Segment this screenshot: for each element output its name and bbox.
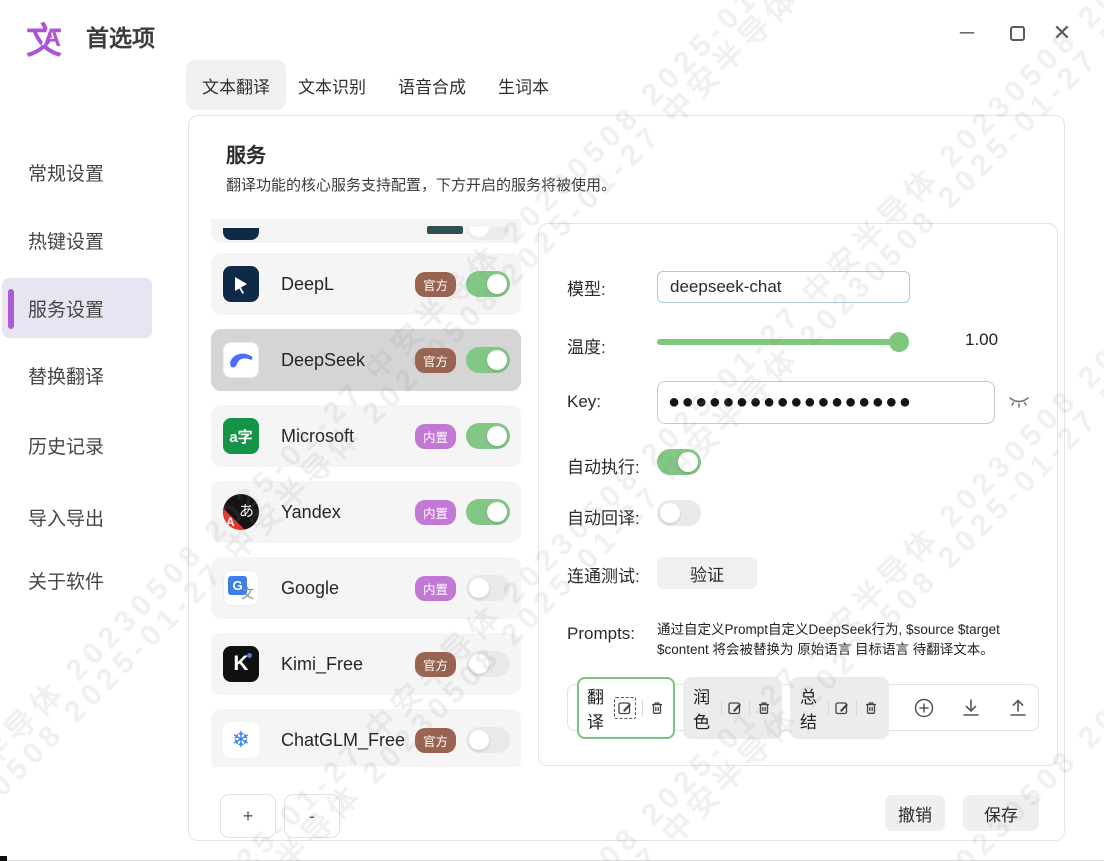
badge-builtin: 内置 [415, 500, 456, 525]
edit-icon[interactable] [834, 700, 850, 716]
slider-handle[interactable] [889, 332, 909, 352]
badge-official: 官方 [415, 652, 456, 677]
service-name: Yandex [281, 502, 341, 523]
service-name: Microsoft [281, 426, 354, 447]
auto-back-translate-toggle[interactable] [657, 500, 701, 526]
minimize-button[interactable]: ─ [948, 16, 986, 50]
service-row-kimi[interactable]: K Kimi_Free 官方 [211, 633, 521, 695]
yandex-toggle[interactable] [466, 499, 510, 525]
badge-official: 官方 [415, 272, 456, 297]
eye-closed-icon[interactable] [1007, 391, 1031, 411]
delete-icon[interactable] [863, 700, 879, 716]
window-title: 首选项 [86, 19, 155, 53]
temperature-value: 1.00 [965, 330, 998, 350]
deepseek-toggle[interactable] [466, 347, 510, 373]
yandex-icon: A あ [223, 494, 259, 530]
prompt-chips-bar: 翻译 润色 [567, 684, 1039, 731]
sidebar-item-history[interactable]: 历史记录 [28, 432, 104, 459]
prompt-chip-translate[interactable]: 翻译 [577, 677, 675, 739]
sidebar-item-general[interactable]: 常规设置 [28, 159, 104, 186]
temperature-label: 温度: [567, 333, 606, 358]
import-prompts-icon[interactable] [960, 697, 982, 719]
settings-card: 服务 翻译功能的核心服务支持配置，下方开启的服务将被使用。 DeepL 官方 D… [188, 115, 1065, 841]
model-input[interactable] [657, 271, 910, 303]
auto-execute-label: 自动执行: [567, 453, 640, 478]
key-label: Key: [567, 392, 601, 412]
service-row-deepseek[interactable]: DeepSeek 官方 [211, 329, 521, 391]
service-row-microsoft[interactable]: a字 Microsoft 内置 [211, 405, 521, 467]
add-service-button[interactable]: + [220, 794, 276, 838]
auto-execute-toggle[interactable] [657, 449, 701, 475]
microsoft-icon: a字 [223, 418, 259, 454]
deepl-icon [223, 266, 259, 302]
add-prompt-icon[interactable] [913, 697, 935, 719]
tab-speech-synthesis[interactable]: 语音合成 [398, 60, 466, 110]
masked-key-value: ●●●●●●●●●●●●●●●●●● [668, 391, 912, 414]
google-icon: G 文 [223, 570, 259, 606]
service-name: Google [281, 578, 339, 599]
chatglm-toggle[interactable] [466, 727, 510, 753]
section-title: 服务 [226, 139, 266, 168]
undo-button[interactable]: 撤销 [885, 795, 945, 831]
tab-text-translate[interactable]: 文本翻译 [186, 60, 286, 110]
deepseek-icon [223, 342, 259, 378]
api-key-input[interactable]: ●●●●●●●●●●●●●●●●●● [657, 381, 995, 424]
badge-partial [427, 226, 463, 234]
app-logo-translate-icon: 文A [26, 12, 72, 56]
tab-text-recognition[interactable]: 文本识别 [298, 60, 366, 110]
prompt-chip-summarize[interactable]: 总结 [790, 677, 889, 739]
service-row-chatglm[interactable]: ❄ ChatGLM_Free 官方 [211, 709, 521, 767]
deepl-toggle[interactable] [466, 271, 510, 297]
section-description: 翻译功能的核心服务支持配置，下方开启的服务将被使用。 [226, 174, 616, 195]
service-row-deepl[interactable]: DeepL 官方 [211, 253, 521, 315]
service-row-google[interactable]: G 文 Google 内置 [211, 557, 521, 619]
edit-icon[interactable] [727, 700, 743, 716]
titlebar: 文A 首选项 ─ ✕ [0, 0, 1104, 63]
delete-icon[interactable] [649, 700, 665, 716]
microsoft-toggle[interactable] [466, 423, 510, 449]
service-list: DeepL 官方 DeepSeek 官方 a字 Microsoft 内置 [211, 219, 521, 767]
chatglm-icon: ❄ [223, 722, 259, 758]
service-name: DeepSeek [281, 350, 365, 371]
sidebar-active-bar [8, 289, 14, 329]
connect-test-label: 连通测试: [567, 562, 640, 587]
badge-official: 官方 [415, 728, 456, 753]
desktop-corner [0, 856, 7, 861]
model-label: 模型: [567, 275, 606, 300]
sidebar-item-import-export[interactable]: 导入导出 [28, 504, 104, 531]
service-name: ChatGLM_Free [281, 730, 405, 751]
edit-icon[interactable] [614, 697, 636, 719]
service-detail-panel: 模型: 温度: 1.00 Key: ●●●●●●●●●●●●●●●●●● 自动执… [538, 223, 1058, 766]
tab-vocabulary[interactable]: 生词本 [498, 60, 549, 110]
sidebar-item-about[interactable]: 关于软件 [28, 567, 104, 594]
service-row-yandex[interactable]: A あ Yandex 内置 [211, 481, 521, 543]
verify-button[interactable]: 验证 [657, 557, 757, 589]
kimi-icon: K [223, 646, 259, 682]
badge-builtin: 内置 [415, 576, 456, 601]
save-button[interactable]: 保存 [963, 795, 1039, 831]
export-prompts-icon[interactable] [1007, 697, 1029, 719]
service-icon-partial [223, 228, 259, 240]
service-name: Kimi_Free [281, 654, 363, 675]
service-row-partial[interactable] [211, 219, 521, 243]
prompts-label: Prompts: [567, 624, 635, 644]
kimi-toggle[interactable] [466, 651, 510, 677]
close-button[interactable]: ✕ [1043, 16, 1081, 50]
prompts-description: 通过自定义Prompt自定义DeepSeek行为, $source $targe… [657, 620, 1027, 659]
temperature-slider[interactable] [657, 339, 907, 345]
maximize-icon [1010, 26, 1025, 41]
badge-builtin: 内置 [415, 424, 456, 449]
delete-icon[interactable] [756, 700, 772, 716]
sidebar-item-services[interactable]: 服务设置 [28, 295, 104, 322]
toggle-partial [466, 227, 510, 240]
service-name: DeepL [281, 274, 334, 295]
sidebar-item-hotkeys[interactable]: 热键设置 [28, 227, 104, 254]
google-toggle[interactable] [466, 575, 510, 601]
auto-back-translate-label: 自动回译: [567, 504, 640, 529]
badge-official: 官方 [415, 348, 456, 373]
prompt-chip-polish[interactable]: 润色 [683, 677, 782, 739]
remove-service-button[interactable]: - [284, 794, 340, 838]
maximize-button[interactable] [998, 16, 1036, 50]
sidebar-item-replace-translate[interactable]: 替换翻译 [28, 362, 104, 389]
